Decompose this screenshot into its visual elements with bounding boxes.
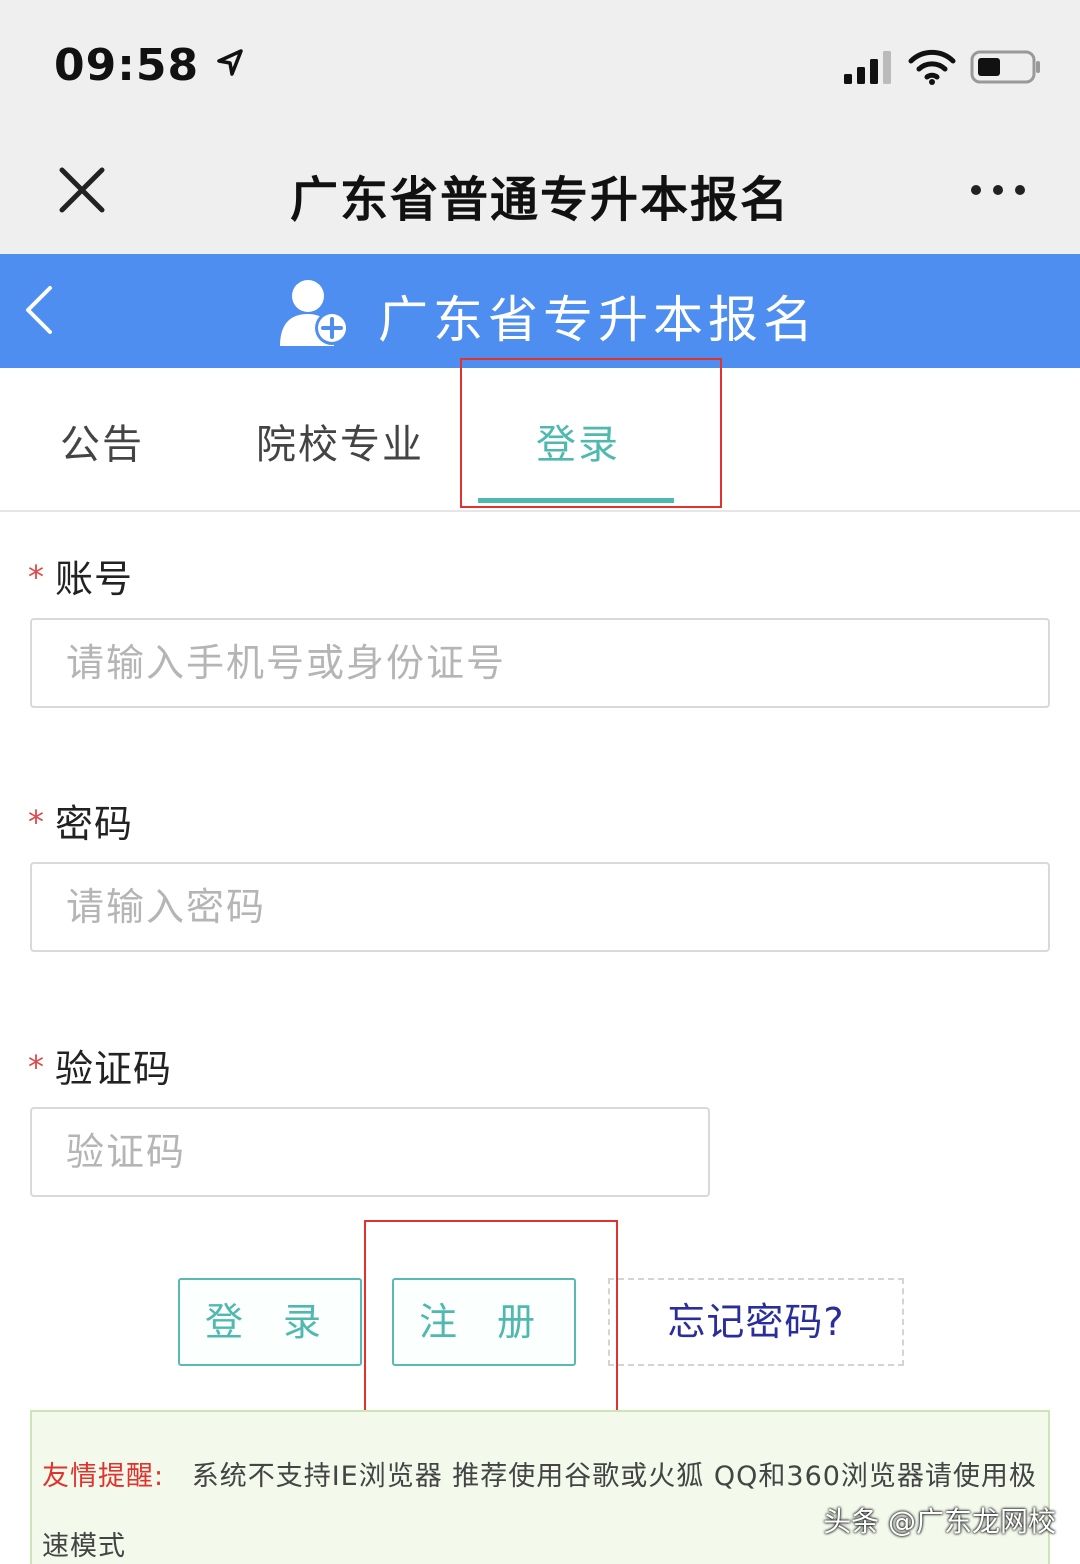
page-title: 广东省普通专升本报名 xyxy=(289,172,790,228)
notice-title: 友情提醒: xyxy=(42,1461,165,1492)
captcha-label: * 验证码 xyxy=(28,1038,172,1093)
forgot-password-link[interactable]: 忘记密码? xyxy=(608,1278,904,1366)
app-header: 广东省专升本报名 xyxy=(0,254,1080,368)
required-mark: * xyxy=(28,803,45,841)
required-mark: * xyxy=(28,558,45,596)
account-label: * 账号 xyxy=(28,548,133,603)
password-label-text: 密码 xyxy=(55,802,134,846)
status-icons xyxy=(842,44,1042,90)
required-mark: * xyxy=(28,1048,45,1086)
location-arrow-icon xyxy=(217,49,244,76)
annotation-box-register xyxy=(364,1220,618,1415)
captcha-label-text: 验证码 xyxy=(55,1047,173,1091)
account-label-text: 账号 xyxy=(55,557,134,601)
watermark: 头条 @广东龙网校 xyxy=(823,1505,1056,1538)
battery-icon xyxy=(970,50,1040,84)
annotation-box-login-tab xyxy=(460,358,722,508)
wechat-header: 广东省普通专升本报名 xyxy=(0,130,1080,254)
wifi-icon xyxy=(908,49,956,85)
app-title: 广东省专升本报名 xyxy=(378,291,818,349)
status-time: 09:58 xyxy=(54,40,245,91)
captcha-input[interactable] xyxy=(30,1107,710,1197)
password-input[interactable] xyxy=(30,862,1050,952)
tab-announcement[interactable]: 公告 xyxy=(60,412,144,470)
tab-colleges-majors[interactable]: 院校专业 xyxy=(256,412,424,470)
more-icon[interactable] xyxy=(968,170,1028,210)
password-label: * 密码 xyxy=(28,793,133,848)
account-input[interactable] xyxy=(30,618,1050,708)
status-bar: 09:58 xyxy=(0,0,1080,130)
notice-box: 友情提醒: 系统不支持IE浏览器 推荐使用谷歌或火狐 QQ和360浏览器请使用极… xyxy=(30,1410,1050,1564)
status-time-text: 09:58 xyxy=(54,40,200,91)
signal-icon xyxy=(844,51,891,84)
back-chevron-icon[interactable] xyxy=(20,282,60,338)
login-button[interactable]: 登 录 xyxy=(178,1278,362,1366)
user-add-icon xyxy=(280,280,349,346)
